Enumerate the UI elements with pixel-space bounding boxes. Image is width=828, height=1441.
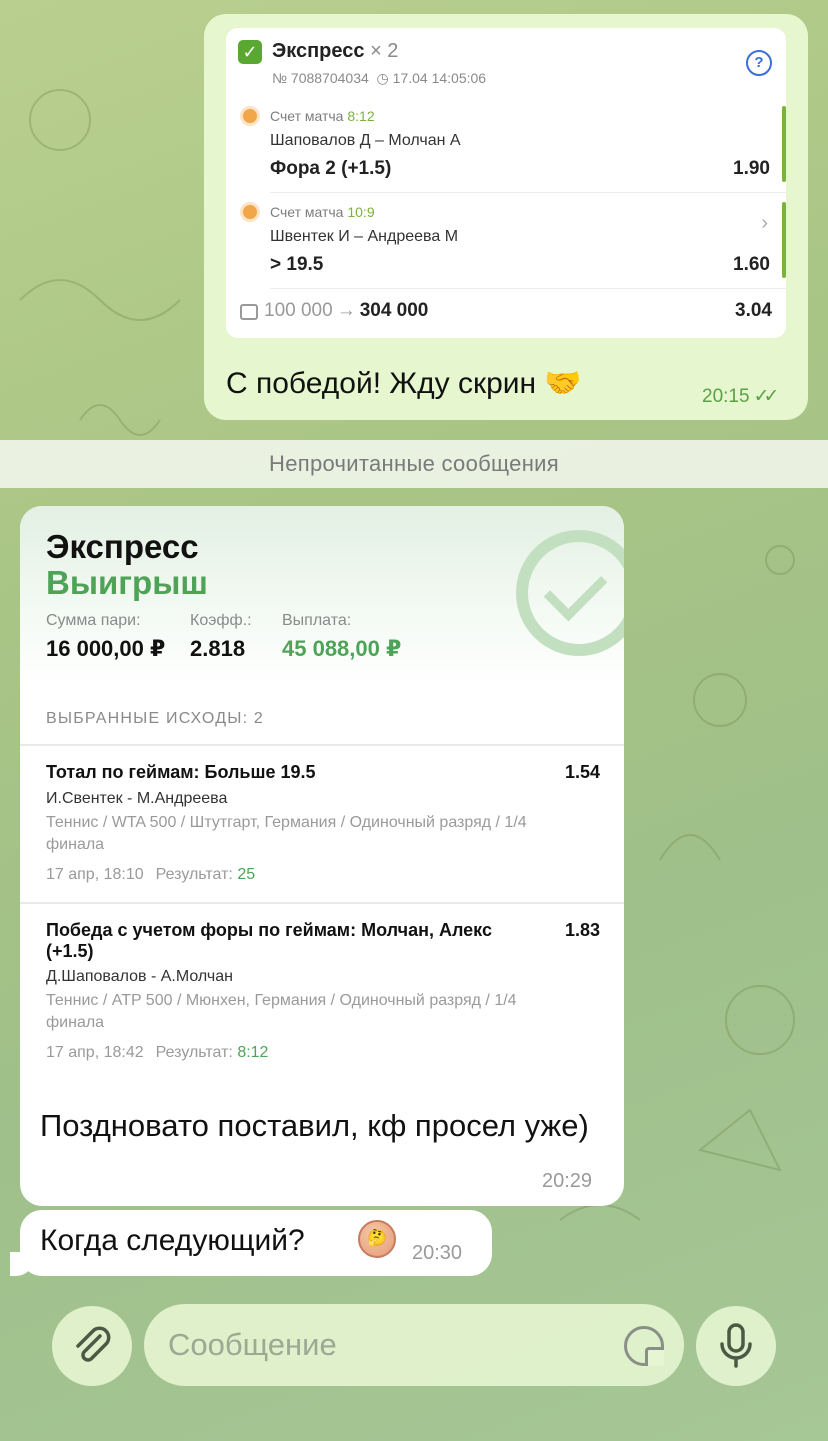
event-odds: 1.90 — [733, 158, 770, 179]
bet-slip-card[interactable]: ✓ Экспресс × 2 № 7088704034 ◷ 17.04 14:0… — [226, 28, 786, 338]
stake-line: 100 000 → 304 000 — [264, 300, 428, 322]
status-bar — [782, 202, 786, 278]
chevron-right-icon[interactable]: › — [761, 212, 768, 235]
stake-stat: Сумма пари: 16 000,00 ₽ — [46, 612, 166, 661]
stake-amount: 100 000 — [264, 300, 333, 321]
divider — [20, 902, 624, 904]
selection-league: Теннис / WTA 500 / Штутгарт, Германия / … — [46, 814, 527, 853]
selection-time: 17 апр, 18:10 Результат: 25 — [46, 866, 256, 883]
bet-meta: № 7088704034 ◷ 17.04 14:05:06 — [272, 70, 486, 87]
selection-odds: 1.54 — [564, 762, 600, 782]
thinking-face-emoji: 🤔 — [358, 1220, 396, 1258]
selection-result: 8:12 — [237, 1044, 269, 1061]
tennis-ball-icon — [240, 106, 260, 126]
divider — [270, 192, 786, 193]
tennis-ball-icon — [240, 202, 260, 222]
incoming-message-text: Поздновато поставил, кф просел уже) — [40, 1108, 589, 1143]
selection-time: 17 апр, 18:42 Результат: 8:12 — [46, 1044, 269, 1061]
microphone-button[interactable] — [696, 1306, 776, 1386]
bet-slip-title: Экспресс × 2 — [272, 40, 399, 62]
bet-summary: 100 000 → 304 000 3.04 — [240, 300, 772, 326]
status-bar — [782, 106, 786, 182]
selection-odds: 1.83 — [564, 920, 600, 940]
score-line: Счет матча 8:12 — [270, 108, 375, 124]
score-value: 8:12 — [347, 108, 375, 124]
total-odds: 3.04 — [735, 300, 772, 321]
score-line: Счет матча 10:9 — [270, 204, 375, 220]
event-teams: Швентек И – Андреева М — [270, 228, 459, 245]
win-status: Выигрыш — [46, 564, 208, 601]
win-header: Экспресс Выигрыш Сумма пари: 16 000,00 ₽… — [20, 506, 624, 686]
bet-number: № 7088704034 — [272, 70, 369, 86]
paperclip-icon — [76, 1326, 111, 1362]
wallet-icon — [240, 304, 258, 320]
attach-button[interactable] — [52, 1306, 132, 1386]
selection-league: Теннис / ATP 500 / Мюнхен, Германия / Од… — [46, 992, 517, 1031]
double-check-icon: ✓✓ — [753, 386, 780, 407]
selections-header: ВЫБРАННЫЕ ИСХОДЫ: 2 — [46, 710, 264, 727]
microphone-icon — [720, 1323, 752, 1368]
incoming-message-text: Когда следующий? — [40, 1224, 305, 1257]
odds-stat: Коэфф.: 2.818 — [190, 612, 252, 661]
bet-multiplier: × 2 — [370, 40, 399, 62]
clock-icon: ◷ — [372, 70, 389, 86]
event-odds: 1.60 — [733, 254, 770, 275]
checkmark-circle-icon — [516, 530, 624, 656]
unread-messages-divider: Непрочитанные сообщения — [0, 440, 828, 488]
message-time: 20:29 — [542, 1170, 593, 1192]
incoming-message-bubble[interactable]: Экспресс Выигрыш Сумма пари: 16 000,00 ₽… — [20, 506, 624, 1206]
divider — [20, 744, 624, 746]
incoming-message-bubble[interactable]: Когда следующий? 🤔 20:30 — [20, 1210, 492, 1276]
checkbox-icon: ✓ — [238, 40, 262, 64]
message-time: 20:30 — [412, 1242, 463, 1264]
payout-stat: Выплата: 45 088,00 ₽ — [282, 612, 402, 661]
win-title: Экспресс — [46, 528, 199, 565]
sticker-icon[interactable] — [624, 1326, 664, 1366]
event-market: Фора 2 (+1.5) — [270, 158, 392, 179]
event-market: > 19.5 — [270, 254, 324, 275]
selection-market: Тотал по геймам: Больше 19.5 — [46, 762, 316, 782]
message-input[interactable] — [144, 1304, 684, 1386]
selection-market: Победа с учетом форы по геймам: Молчан, … — [46, 920, 492, 961]
payout-amount: 304 000 — [359, 300, 429, 321]
arrow-right-icon: → — [336, 300, 356, 321]
selection-teams: Д.Шаповалов - А.Молчан — [46, 968, 233, 985]
selection-result: 25 — [237, 866, 256, 883]
help-icon[interactable]: ? — [746, 50, 772, 76]
score-value: 10:9 — [347, 204, 375, 220]
selection-teams: И.Свентек - М.Андреева — [46, 790, 228, 807]
event-teams: Шаповалов Д – Молчан А — [270, 132, 461, 149]
outgoing-message-text: С победой! Жду скрин 🤝 — [226, 367, 582, 400]
divider — [270, 288, 786, 289]
bet-datetime: 17.04 14:05:06 — [392, 70, 487, 86]
message-time: 20:15 ✓✓ — [702, 386, 780, 407]
